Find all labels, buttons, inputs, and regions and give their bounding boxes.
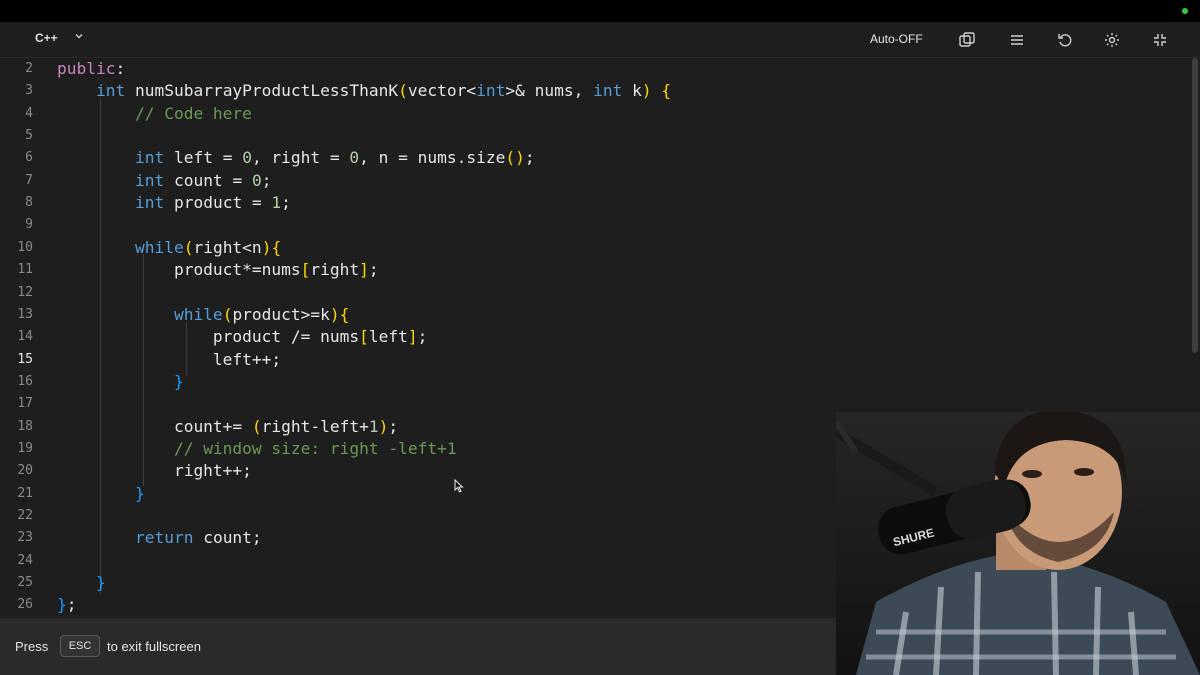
line-number: 23 [17,530,33,546]
window-top-bar [0,0,1200,22]
line-number: 2 [25,61,33,76]
minimize-icon[interactable] [1151,31,1169,49]
code-line[interactable]: 16 } [0,371,1190,393]
code-text: } [173,371,184,391]
editor-scrollbar[interactable] [1192,58,1198,353]
line-number: 5 [25,128,33,144]
line-number: 21 [17,485,33,501]
line-number: 3 [25,83,33,99]
settings-icon[interactable] [1103,31,1121,49]
copy-icon[interactable] [958,31,976,49]
code-text: while(right<n){ [134,237,282,257]
code-text: count+= (right-left+1); [57,416,399,436]
code-line[interactable]: 5 [0,125,1190,147]
code-text: product /= nums[left]; [57,327,428,347]
code-line[interactable]: 11 product*=nums[right]; [0,259,1190,281]
code-line[interactable]: 7 int count = 0; [0,170,1190,192]
line-number: 13 [17,306,33,322]
fullscreen-hint-message: to exit fullscreen [107,639,201,654]
code-line[interactable]: 4 // Code here [0,103,1190,125]
code-text: // window size: right -left+1 [173,438,457,458]
code-text: product*=nums[right]; [57,260,379,280]
code-text: } [134,483,145,503]
code-text: // Code here [134,103,252,123]
line-number: 19 [17,440,33,456]
code-text: int numSubarrayProductLessThanK(vector<i… [95,81,672,101]
line-number: 7 [25,172,33,188]
code-text: while(product>=k){ [173,304,350,324]
code-text: } [95,573,106,593]
code-text: int count = 0; [134,170,272,190]
list-icon[interactable] [1008,31,1026,49]
line-number: 16 [17,373,33,389]
line-number: 26 [17,597,33,613]
code-text: }; [57,595,77,615]
mouse-cursor-icon [454,478,464,493]
line-number: 14 [17,329,33,345]
code-text: int product = 1; [134,193,291,213]
language-dropdown-icon[interactable] [74,31,84,44]
code-text: right++; [57,461,252,481]
language-selector[interactable]: C++ [35,31,58,45]
auto-mode-toggle[interactable]: Auto-OFF [870,32,923,46]
code-line[interactable]: 8 int product = 1; [0,192,1190,214]
line-number: 10 [17,239,33,255]
code-line[interactable]: 6 int left = 0, right = 0, n = nums.size… [0,147,1190,169]
line-number: 22 [17,508,33,523]
code-line[interactable]: 14 product /= nums[left]; [0,326,1190,348]
line-number: 20 [17,463,33,479]
line-number: 12 [17,284,33,300]
esc-key-badge: ESC [60,635,100,657]
webcam-overlay: SHURE [836,412,1200,675]
line-number: 17 [17,396,33,412]
code-line[interactable]: 10 while(right<n){ [0,237,1190,259]
line-number: 18 [17,418,33,434]
line-number: 8 [25,195,33,211]
code-line[interactable]: 3 int numSubarrayProductLessThanK(vector… [0,80,1190,102]
code-text: return count; [134,528,262,548]
code-text: public: [57,59,126,78]
editor-toolbar: C++ Auto-OFF [0,22,1200,58]
fullscreen-hint-press: Press [15,639,49,654]
code-line[interactable]: 12 [0,282,1190,304]
line-number: 11 [17,262,33,278]
code-line[interactable]: 13 while(product>=k){ [0,304,1190,326]
code-line[interactable]: 15 left++; [0,349,1190,371]
code-text: int left = 0, right = 0, n = nums.size()… [134,148,535,168]
code-line[interactable]: 2 public: [0,58,1190,80]
line-number: 15 [17,351,33,367]
code-text: left++; [57,349,282,369]
line-number: 9 [25,217,33,233]
recording-indicator [1182,8,1188,14]
line-number: 4 [25,105,33,121]
line-number: 6 [25,150,33,166]
reset-icon[interactable] [1056,31,1074,49]
line-number: 24 [17,552,33,568]
line-number: 25 [17,575,33,591]
code-line[interactable]: 9 [0,214,1190,236]
